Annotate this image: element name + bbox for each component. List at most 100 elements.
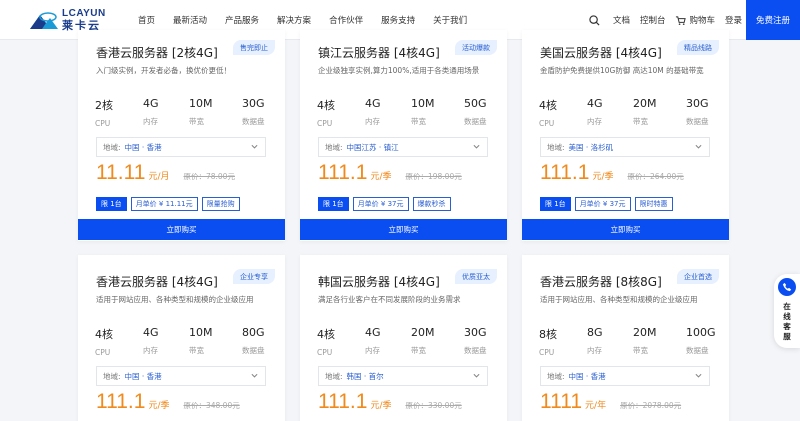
price-row: 111.1 元/季 原价：330.00元 bbox=[318, 390, 462, 414]
original-price: 原价：2078.00元 bbox=[620, 401, 682, 410]
spec-label: 数据盘 bbox=[242, 346, 265, 355]
spec-item: 4G 内存 bbox=[587, 97, 603, 127]
region-value: 中国江苏 · 镇江 bbox=[346, 142, 399, 152]
spec-item: 10M 带宽 bbox=[411, 97, 435, 127]
price-unit: 元/季 bbox=[592, 172, 614, 182]
promo-badge: 限量抢购 bbox=[201, 197, 240, 211]
login-link[interactable]: 登录 bbox=[725, 14, 742, 26]
price-row: 11.11 元/月 原价：78.00元 bbox=[96, 161, 235, 185]
buy-now-button[interactable]: 立即购买 bbox=[522, 219, 729, 240]
spec-label: CPU bbox=[539, 348, 555, 357]
spec-label: CPU bbox=[95, 348, 111, 357]
region-value: 美国 · 洛杉矶 bbox=[568, 142, 614, 152]
chevron-down-icon bbox=[473, 373, 480, 378]
buy-now-button[interactable]: 立即购买 bbox=[300, 219, 507, 240]
spec-label: 带宽 bbox=[411, 117, 426, 126]
spec-label: CPU bbox=[95, 119, 111, 128]
limit-badge: 限 1台 bbox=[540, 197, 571, 211]
search-icon bbox=[589, 14, 600, 26]
spec-item: 4G 内存 bbox=[143, 326, 159, 356]
spec-value: 4核 bbox=[317, 99, 335, 112]
nav-support[interactable]: 服务支持 bbox=[381, 14, 415, 26]
region-label: 地域: bbox=[547, 142, 565, 152]
price-row: 1111 元/年 原价：2078.00元 bbox=[540, 390, 681, 414]
chevron-down-icon bbox=[251, 373, 258, 378]
docs-link[interactable]: 文档 bbox=[613, 14, 630, 26]
spec-item: 4G 内存 bbox=[365, 97, 381, 127]
spec-item: 20M 带宽 bbox=[633, 326, 657, 356]
nav-promotions[interactable]: 最新活动 bbox=[173, 14, 207, 26]
spec-item: 80G 数据盘 bbox=[242, 326, 265, 356]
spec-label: 带宽 bbox=[633, 117, 648, 126]
card-title: 香港云服务器 [2核4G] bbox=[96, 46, 218, 60]
region-label: 地域: bbox=[103, 142, 121, 152]
spec-label: 内存 bbox=[143, 117, 158, 126]
online-service-float[interactable]: 在线客服 bbox=[774, 274, 800, 348]
spec-value: 4核 bbox=[95, 328, 113, 341]
card-title: 美国云服务器 [4核4G] bbox=[540, 46, 662, 60]
card-tag-badge: 企业专享 bbox=[233, 269, 275, 284]
price-unit: 元/季 bbox=[148, 401, 170, 411]
card-tag-badge: 精品线路 bbox=[677, 40, 719, 55]
price-unit: 元/季 bbox=[370, 401, 392, 411]
spec-value: 30G bbox=[686, 97, 709, 110]
spec-label: 内存 bbox=[365, 346, 380, 355]
register-button[interactable]: 免费注册 bbox=[746, 0, 800, 40]
spec-value: 4G bbox=[587, 97, 603, 110]
region-select[interactable]: 地域: 中国 · 香港 bbox=[96, 366, 266, 386]
region-select[interactable]: 地域: 中国 · 香港 bbox=[96, 137, 266, 157]
cart-icon bbox=[676, 15, 687, 25]
nav-partners[interactable]: 合作伙伴 bbox=[329, 14, 363, 26]
card-description: 适用于网站应用、各种类型和规模的企业级应用 bbox=[540, 295, 698, 304]
buy-now-button[interactable]: 立即购买 bbox=[78, 219, 285, 240]
spec-label: 数据盘 bbox=[464, 346, 487, 355]
spec-item: 4G 内存 bbox=[365, 326, 381, 356]
nav-products[interactable]: 产品服务 bbox=[225, 14, 259, 26]
spec-value: 10M bbox=[189, 97, 213, 110]
original-price: 原价：264.00元 bbox=[627, 172, 684, 181]
spec-value: 10M bbox=[411, 97, 435, 110]
spec-value: 4G bbox=[143, 326, 159, 339]
chevron-down-icon bbox=[473, 144, 480, 149]
search-button[interactable] bbox=[589, 14, 603, 26]
spec-value: 20M bbox=[633, 97, 657, 110]
spec-item: 4核 CPU bbox=[95, 326, 113, 357]
cart-link[interactable]: 购物车 bbox=[675, 14, 715, 26]
nav-about[interactable]: 关于我们 bbox=[433, 14, 467, 26]
spec-label: 带宽 bbox=[411, 346, 426, 355]
region-select[interactable]: 地域: 美国 · 洛杉矶 bbox=[540, 137, 710, 157]
monthly-price-badge: 月单价 ¥ 37元 bbox=[574, 197, 631, 211]
region-select[interactable]: 地域: 韩国 · 首尔 bbox=[318, 366, 488, 386]
card-title: 韩国云服务器 [4核4G] bbox=[318, 275, 440, 289]
spec-label: 内存 bbox=[365, 117, 380, 126]
console-link[interactable]: 控制台 bbox=[640, 14, 666, 26]
nav-solutions[interactable]: 解决方案 bbox=[277, 14, 311, 26]
spec-item: 30G 数据盘 bbox=[242, 97, 265, 127]
limit-badge: 限 1台 bbox=[96, 197, 127, 211]
price-value: 111.1 bbox=[540, 161, 590, 184]
card-description: 入门级实例，开发者必备，换优价更低！ bbox=[96, 66, 231, 75]
price-unit: 元/年 bbox=[585, 401, 607, 411]
spec-label: 内存 bbox=[587, 117, 602, 126]
spec-label: CPU bbox=[317, 348, 333, 357]
server-card: 香港云服务器 [8核8G] 企业首选 适用于网站应用、各种类型和规模的企业级应用 8核… bbox=[522, 255, 729, 421]
spec-value: 4G bbox=[365, 326, 381, 339]
spec-item: 8核 CPU bbox=[539, 326, 557, 357]
spec-label: 内存 bbox=[587, 346, 602, 355]
card-description: 金盾防护免费提供10G防御 高达10M 的基础带宽 bbox=[540, 66, 704, 75]
nav-home[interactable]: 首页 bbox=[138, 14, 155, 26]
chevron-down-icon bbox=[251, 144, 258, 149]
spec-value: 20M bbox=[633, 326, 657, 339]
spec-label: 带宽 bbox=[633, 346, 648, 355]
badge-row: 限 1台 月单价 ¥ 37元 爆款秒杀 bbox=[318, 197, 455, 211]
spec-value: 80G bbox=[242, 326, 265, 339]
card-title: 香港云服务器 [4核4G] bbox=[96, 275, 218, 289]
spec-item: 30G 数据盘 bbox=[464, 326, 487, 356]
spec-item: 4G 内存 bbox=[143, 97, 159, 127]
original-price: 原价：330.00元 bbox=[405, 401, 462, 410]
region-select[interactable]: 地域: 中国江苏 · 镇江 bbox=[318, 137, 488, 157]
price-value: 111.1 bbox=[318, 161, 368, 184]
spec-label: 数据盘 bbox=[686, 117, 709, 126]
region-select[interactable]: 地域: 中国 · 香港 bbox=[540, 366, 710, 386]
spec-value: 8核 bbox=[539, 328, 557, 341]
